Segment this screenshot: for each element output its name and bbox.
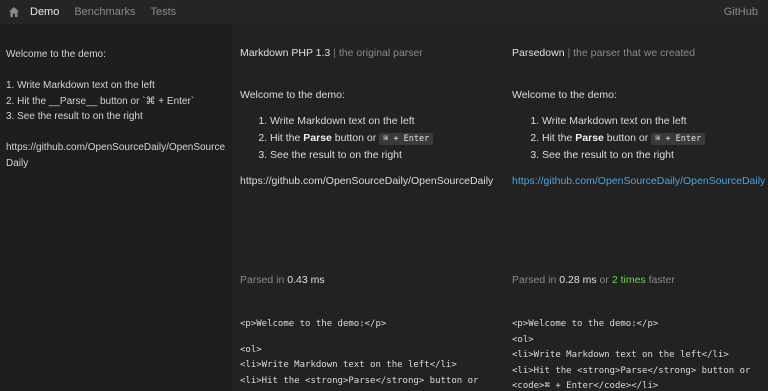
html-output-code: <p>Welcome to the demo:</p> <ol> <li>Write… (512, 317, 750, 391)
nav-tests-link[interactable]: Tests (150, 5, 176, 19)
timing-value: 0.43 ms (287, 274, 325, 286)
rendered-output: Welcome to the demo: Write Markdown text… (240, 89, 502, 187)
timing-text: Parsed in 0.43 ms (240, 274, 325, 286)
header-separator: | (333, 47, 336, 59)
code-line: <p>Welcome to the demo:</p> (512, 319, 659, 329)
list-item: Write Markdown text on the left (542, 113, 768, 130)
list-item: Hit the Parse button or ⌘ + Enter (542, 130, 768, 148)
timing-text: Parsed in 0.28 ms or 2 times faster (512, 274, 675, 286)
column-subtitle: the parser that we created (573, 47, 696, 59)
nav-demo-link[interactable]: Demo (30, 5, 59, 19)
markdown-editor-pane[interactable]: Welcome to the demo: 1. Write Markdown t… (0, 24, 232, 391)
rendered-list: Write Markdown text on the left Hit the … (270, 113, 502, 164)
rendered-url-link[interactable]: https://github.com/OpenSourceDaily/OpenS… (512, 175, 768, 187)
rendered-paragraph: Welcome to the demo: (240, 89, 345, 101)
code-line: <code>⌘ + Enter</code></li> (512, 381, 659, 391)
top-navbar: Demo Benchmarks Tests GitHub (0, 0, 768, 24)
code-line: <li>Hit the <strong>Parse</strong> butto… (240, 375, 479, 386)
list-item: See the result to on the right (270, 147, 502, 164)
nav-github-link[interactable]: GitHub (724, 5, 758, 19)
column-title: Parsedown (512, 47, 565, 59)
markdown-php-header: Markdown PHP 1.3 | the original parser (240, 47, 423, 59)
markdown-php-column: Markdown PHP 1.3 | the original parser W… (232, 24, 504, 391)
kbd-shortcut: ⌘ + Enter (651, 132, 706, 145)
code-line: <p>Welcome to the demo:</p> (240, 319, 387, 329)
kbd-shortcut: ⌘ + Enter (379, 132, 434, 145)
list-item: Hit the Parse button or ⌘ + Enter (270, 130, 502, 148)
code-line: <ol> (240, 344, 262, 355)
parsedown-header: Parsedown | the parser that we created (512, 47, 695, 59)
markdown-editor-text[interactable]: Welcome to the demo: 1. Write Markdown t… (6, 47, 230, 171)
nav-left: Demo Benchmarks Tests (8, 5, 191, 19)
column-title: Markdown PHP 1.3 (240, 47, 331, 59)
timing-value: 0.28 ms (559, 274, 597, 286)
code-line: <li>Write Markdown text on the left</li> (240, 360, 457, 370)
html-output-code: <p>Welcome to the demo:</p> <ol> <li>Write… (240, 317, 478, 389)
code-line: <ol> (512, 334, 534, 345)
rendered-paragraph: Welcome to the demo: (512, 89, 617, 101)
home-icon[interactable] (8, 6, 20, 18)
list-item: See the result to on the right (542, 147, 768, 164)
list-item: Write Markdown text on the left (270, 113, 502, 130)
nav-benchmarks-link[interactable]: Benchmarks (74, 5, 135, 19)
code-line: <li>Hit the <strong>Parse</strong> butto… (512, 365, 751, 376)
header-separator: | (567, 47, 571, 59)
rendered-output: Welcome to the demo: Write Markdown text… (512, 89, 768, 187)
rendered-url-text: https://github.com/OpenSourceDaily/OpenS… (240, 174, 494, 187)
rendered-list: Write Markdown text on the left Hit the … (542, 113, 768, 164)
parsedown-column: Parsedown | the parser that we created W… (504, 24, 768, 391)
code-line: <li>Write Markdown text on the left</li> (512, 350, 729, 360)
speedup-value: 2 times (611, 274, 646, 286)
column-subtitle: the original parser (338, 47, 423, 59)
